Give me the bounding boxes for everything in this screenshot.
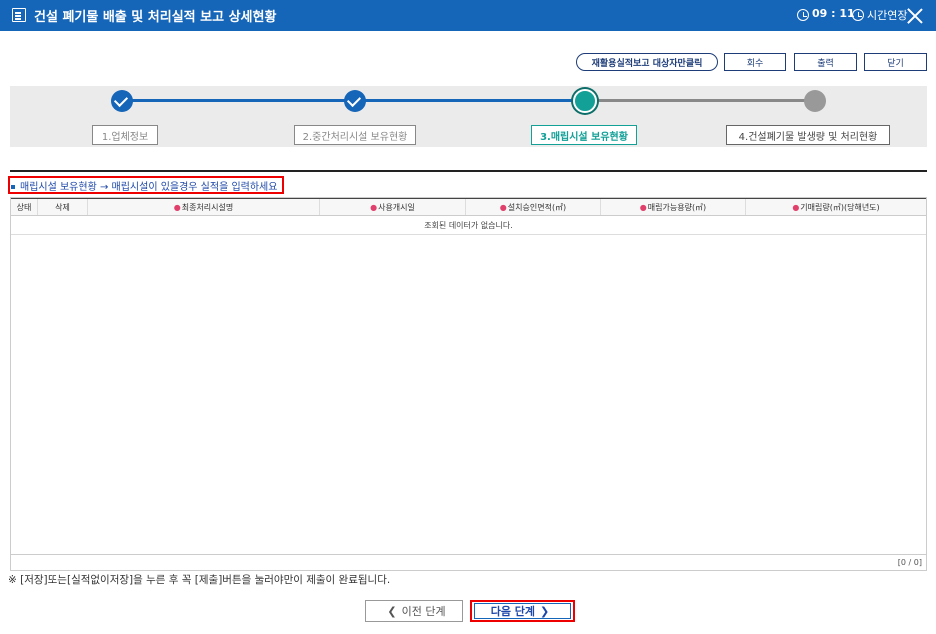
col-landfilled-amount: ● 기매립량(㎥)(당해년도): [792, 202, 880, 212]
required-mark: ●: [499, 202, 507, 212]
print-button[interactable]: 출력: [794, 53, 857, 71]
close-button[interactable]: 닫기: [864, 53, 927, 71]
section-divider: [10, 170, 927, 172]
col-facility-name: ● 최종처리시설명: [88, 199, 320, 215]
required-mark: ●: [792, 202, 800, 212]
required-mark: ●: [173, 202, 181, 212]
recall-button[interactable]: 회수: [724, 53, 786, 71]
title-bar: 건설 폐기물 배출 및 처리실적 보고 상세현황 09 : 11 시간연장: [0, 0, 936, 31]
grid-pager: [0 / 0]: [11, 554, 926, 570]
step-1-check-icon: [111, 90, 133, 112]
prev-step-button[interactable]: ❮ 이전 단계: [365, 600, 463, 622]
session-timer: 09 : 11: [812, 7, 855, 20]
required-mark: ●: [639, 202, 647, 212]
step-connector-1: [122, 99, 355, 102]
step-4-pending-icon: [804, 90, 826, 112]
page-title: 건설 폐기물 배출 및 처리실적 보고 상세현황: [34, 10, 277, 25]
landfill-grid: 상태 삭제 ● 최종처리시설명 ● 사용개시일 ● 설치승인면적(㎡) ● 매립가능용량…: [10, 197, 927, 571]
step-label-3[interactable]: 3.매립시설 보유현황: [531, 125, 637, 145]
col-status: 상태: [11, 199, 38, 215]
submit-footnote: ※ [저장]또는[실적없이저장]을 누른 후 꼭 [제출]버튼을 눌러야만이 제…: [8, 574, 391, 586]
grid-header: 상태 삭제 ● 최종처리시설명 ● 사용개시일 ● 설치승인면적(㎡) ● 매립가능용량…: [11, 198, 926, 216]
required-mark: ●: [370, 202, 378, 212]
section-notice: 매립시설 보유현황 → 매립시설이 있을경우 실적을 입력하세요: [8, 176, 284, 194]
col-start-date: ● 사용개시일: [320, 199, 466, 215]
step-connector-2: [355, 99, 585, 102]
step-label-4[interactable]: 4.건설폐기물 발생량 및 처리현황: [726, 125, 890, 145]
empty-message: 조회된 데이터가 없습니다.: [11, 216, 926, 235]
col-capacity: ● 매립가능용량(㎥): [601, 199, 746, 215]
col-delete: 삭제: [38, 199, 88, 215]
step-2-check-icon: [344, 90, 366, 112]
step-connector-3: [585, 99, 815, 102]
next-step-inner[interactable]: 다음 단계 ❯: [474, 603, 571, 619]
prev-step-label: 이전 단계: [401, 605, 446, 618]
step-label-2[interactable]: 2.중간처리시설 보유현황: [294, 125, 416, 145]
step-indicator: 1.업체정보 2.중간처리시설 보유현황 3.매립시설 보유현황 4.건설폐기물…: [10, 86, 927, 147]
col-approved-area: ● 설치승인면적(㎡): [466, 199, 601, 215]
recycle-report-button[interactable]: 재활용실적보고 대상자만클릭: [576, 53, 718, 71]
step-label-1[interactable]: 1.업체정보: [92, 125, 158, 145]
document-icon: [12, 8, 26, 22]
extend-clock-icon[interactable]: [852, 9, 864, 21]
chevron-right-icon: ❯: [540, 604, 550, 618]
clock-icon: [797, 9, 809, 21]
close-window-icon[interactable]: [905, 6, 925, 26]
next-step-button[interactable]: 다음 단계 ❯: [470, 600, 575, 622]
chevron-left-icon: ❮: [387, 604, 397, 618]
extend-time-button[interactable]: 시간연장: [867, 7, 907, 23]
step-3-current-icon: [573, 89, 597, 113]
next-step-label: 다음 단계: [490, 605, 536, 618]
